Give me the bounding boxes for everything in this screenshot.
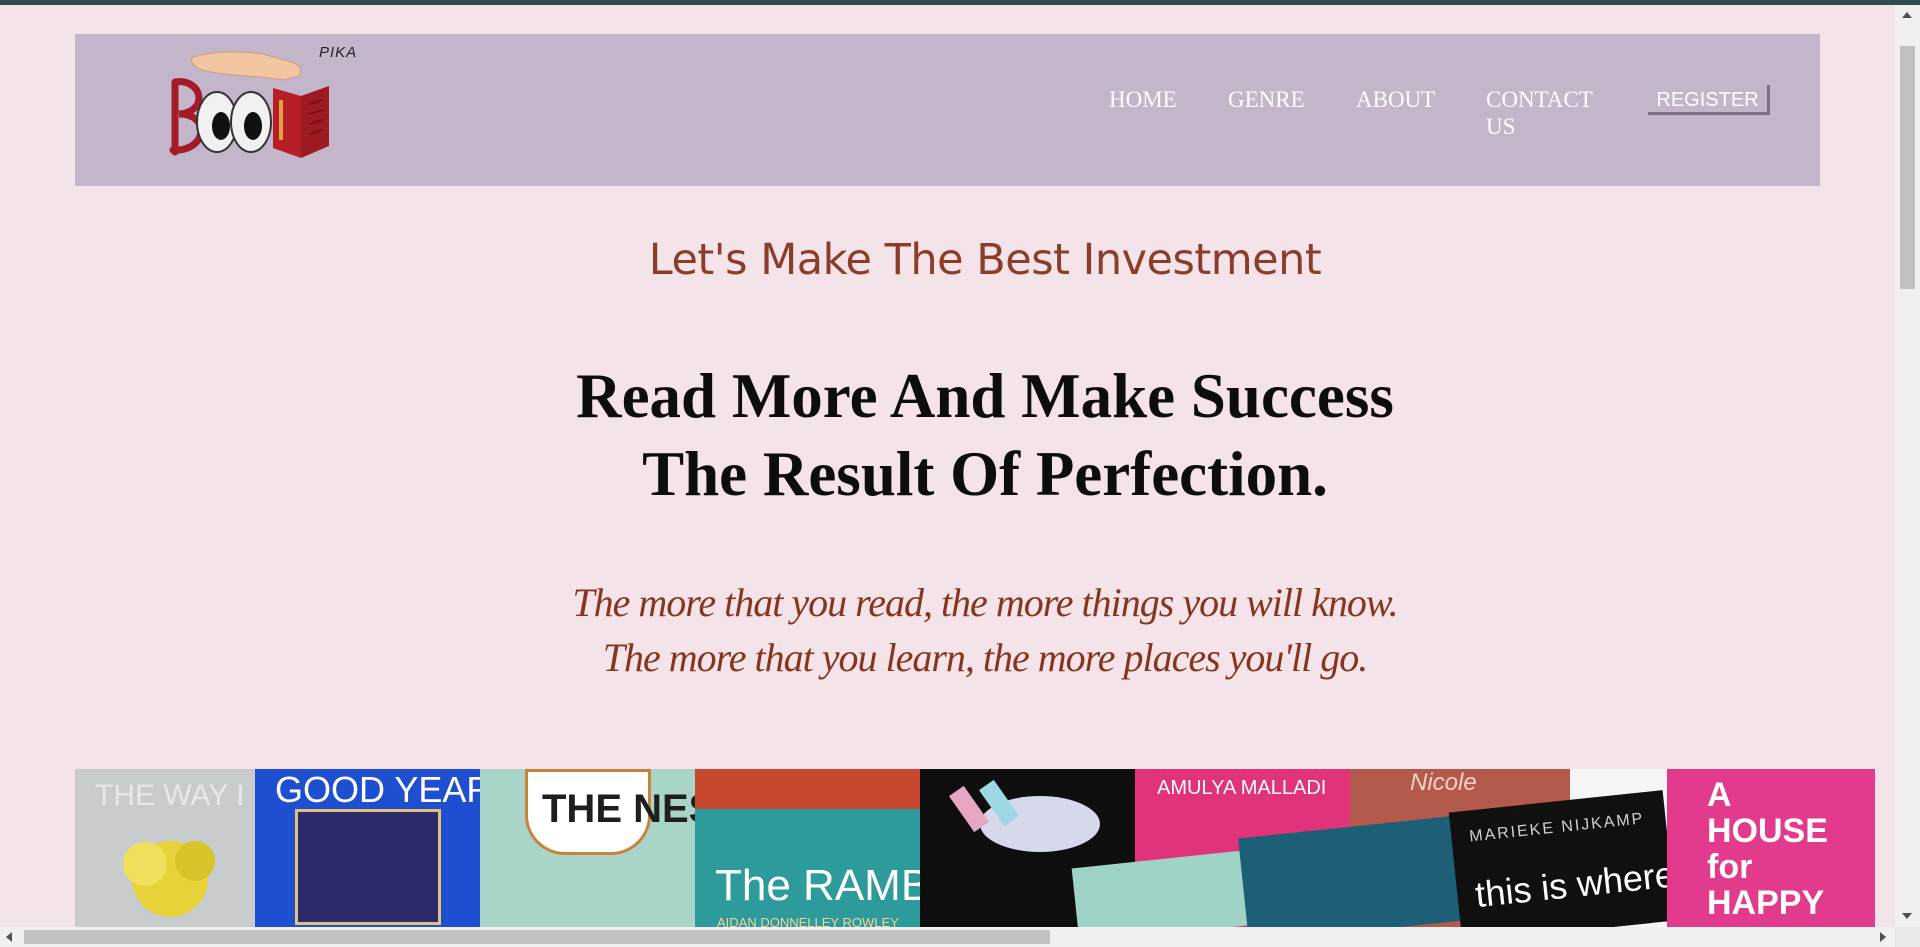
nav-home[interactable]: HOME: [1109, 86, 1177, 113]
scroll-right-icon[interactable]: [1880, 932, 1886, 942]
quote-line-2: The more that you learn, the more places…: [602, 635, 1368, 680]
site-header: PIKA HOME GENRE ABOUT CONTACT US REGISTE…: [75, 34, 1820, 186]
book-cover: THE WAY I USED: [75, 769, 255, 927]
book-cover: MARIEKE NIJKAMP this is where: [1448, 790, 1677, 927]
scroll-up-icon[interactable]: [1902, 12, 1912, 18]
nav-genre[interactable]: GENRE: [1228, 86, 1305, 113]
book-covers-banner: THE WAY I USED GOOD YEAR THE NEST The RA…: [75, 769, 1875, 927]
site-logo[interactable]: PIKA: [163, 40, 356, 158]
vertical-scrollbar[interactable]: [1895, 5, 1920, 927]
cover-title: THE NEST: [542, 787, 695, 831]
cover-author: AIDAN DONNELLEY ROWLEY: [717, 915, 899, 927]
book-cover: A HOUSE for HAPPY: [1667, 769, 1875, 927]
cover-author: MARIEKE NIJKAMP: [1468, 810, 1646, 846]
cover-author: AMULYA MALLADI: [1157, 777, 1327, 799]
logo-text-pika: PIKA: [319, 44, 358, 61]
cover-author: Nicole: [1410, 769, 1477, 796]
hero-tagline: Let's Make The Best Investment: [648, 235, 1322, 285]
sky-band: [695, 769, 920, 809]
book-cover: GOOD YEAR: [255, 769, 480, 927]
horizontal-scrollbar[interactable]: [0, 927, 1895, 947]
window-illustration: [295, 809, 441, 925]
cover-title: THE WAY I USED: [95, 779, 255, 812]
page-content: PIKA HOME GENRE ABOUT CONTACT US REGISTE…: [0, 5, 1895, 927]
scroll-down-icon[interactable]: [1902, 913, 1912, 919]
book-cover: THE NEST: [480, 769, 695, 927]
headline-line-2: The Result Of Perfection.: [642, 439, 1328, 509]
cover-title: GOOD YEAR: [275, 769, 480, 810]
nav-about[interactable]: ABOUT: [1356, 86, 1435, 113]
headline-line-1: Read More And Make Success: [576, 361, 1394, 431]
hero-quote: The more that you read, the more things …: [0, 575, 1895, 685]
book-cover: The RAMBLERS AIDAN DONNELLEY ROWLEY: [695, 769, 920, 927]
nav-contact-us[interactable]: CONTACT US: [1486, 86, 1606, 140]
scrollbar-corner: [1895, 927, 1920, 947]
quote-line-1: The more that you read, the more things …: [572, 580, 1398, 625]
scroll-left-icon[interactable]: [6, 932, 12, 942]
hero-headline: Read More And Make Success The Result Of…: [0, 357, 1895, 513]
vertical-scroll-thumb[interactable]: [1900, 46, 1915, 289]
cover-title: this is where: [1473, 853, 1677, 916]
horizontal-scroll-thumb[interactable]: [24, 930, 1050, 944]
register-button[interactable]: REGISTER: [1648, 85, 1770, 115]
cover-title: The RAMBLERS: [715, 861, 920, 910]
cover-title: A HOUSE for HAPPY: [1707, 776, 1828, 922]
